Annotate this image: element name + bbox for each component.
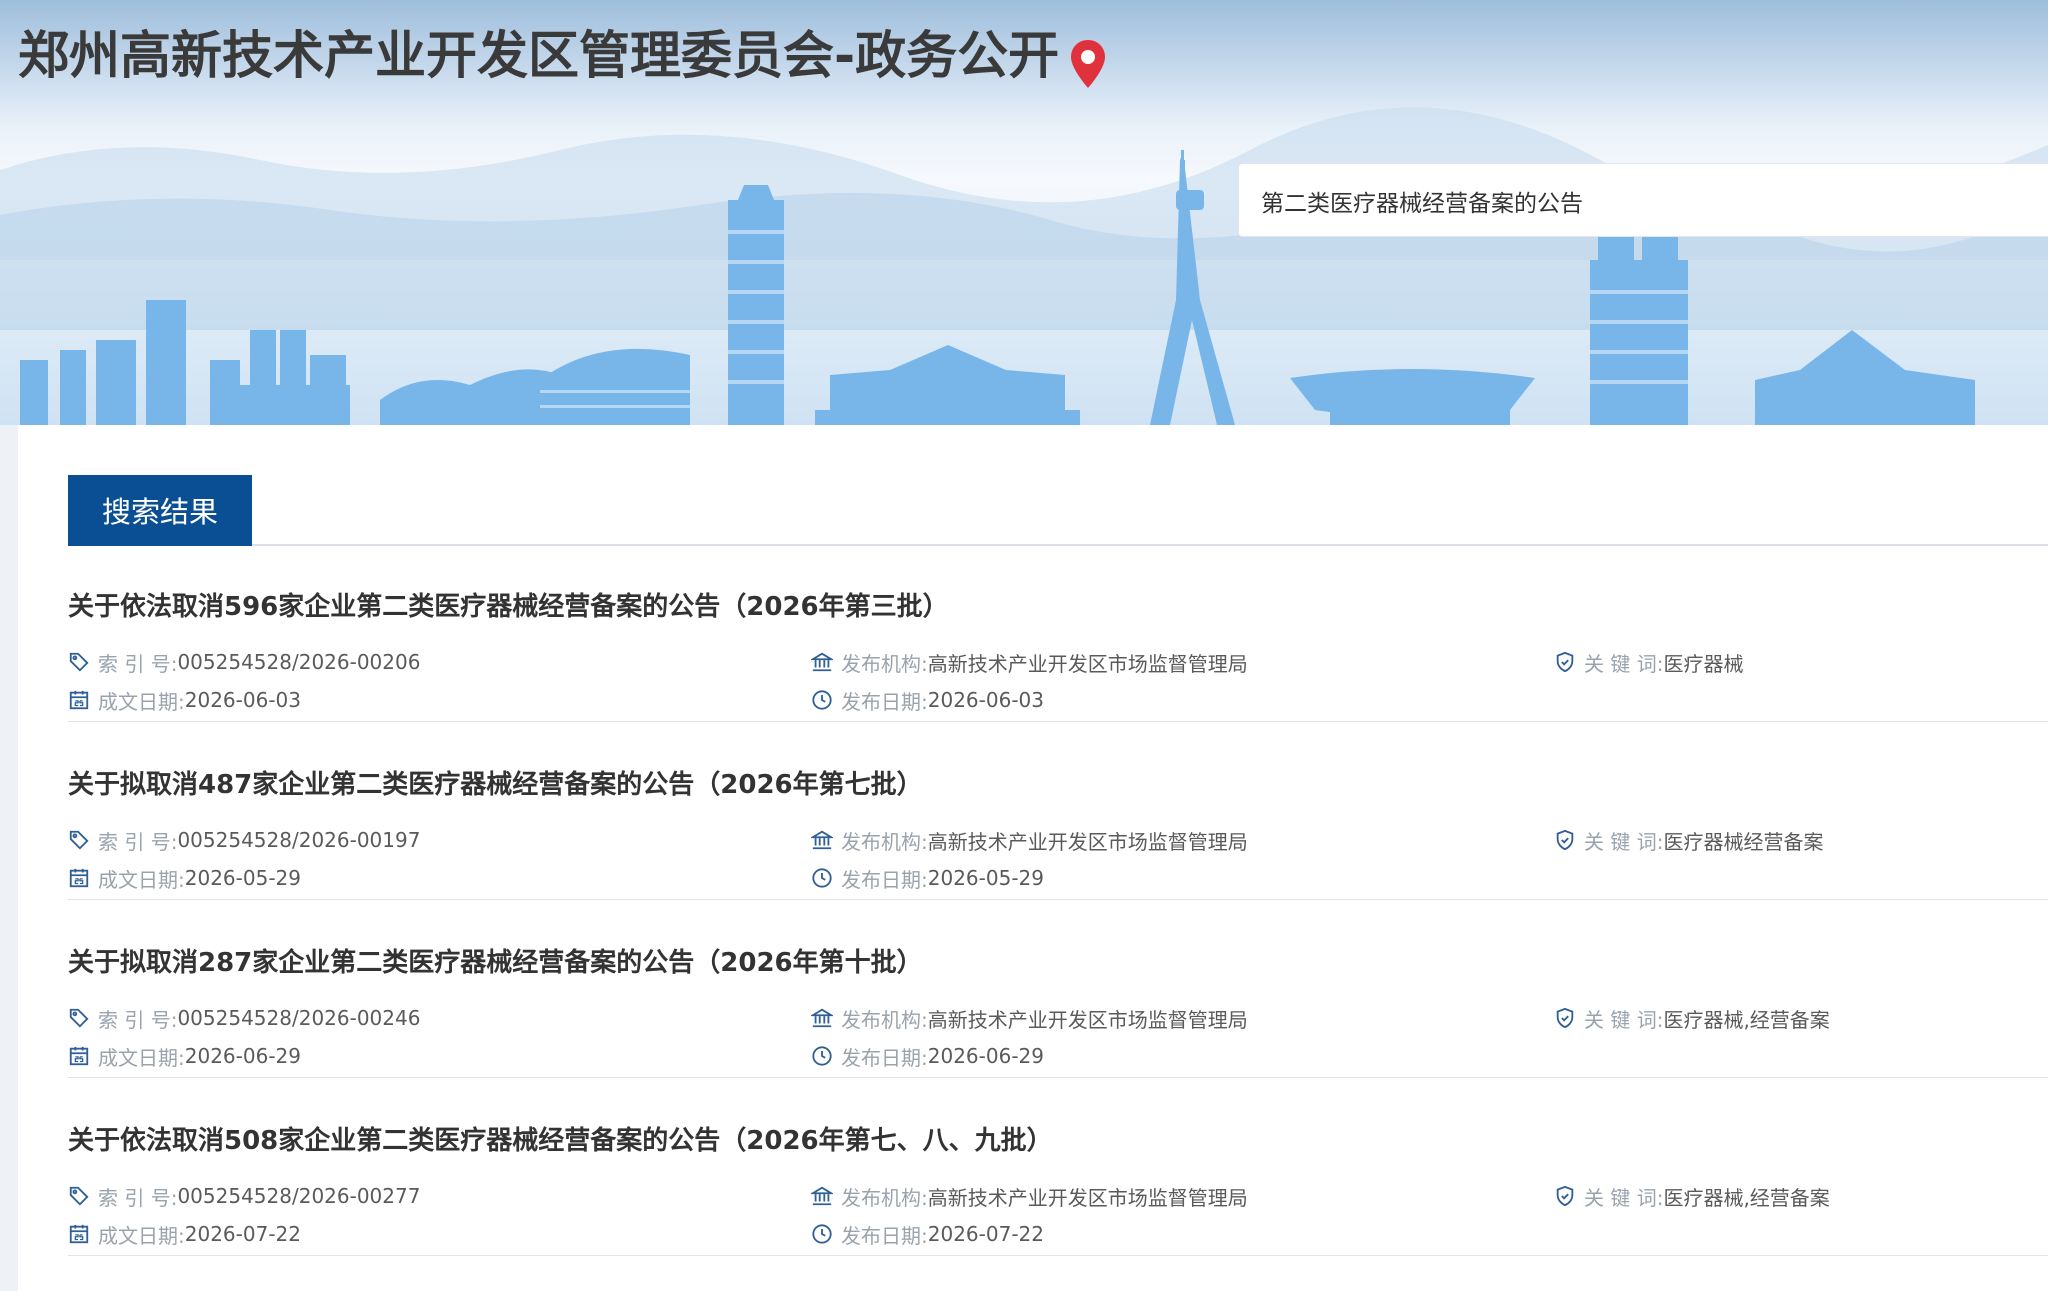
result-keywords: 关 键 词: 医疗器械 [1554, 648, 1743, 676]
pub-date-label: 发布日期: [841, 867, 928, 892]
index-no-value: 005254528/2026-00206 [177, 650, 421, 674]
site-title: 郑州高新技术产业开发区管理委员会-政务公开 [18, 27, 1060, 86]
doc-date-value: 2026-07-22 [184, 1222, 301, 1246]
keywords-label: 关 键 词: [1584, 1007, 1664, 1032]
result-doc-date: 成文日期: 2026-06-29 [68, 1042, 301, 1070]
result-publisher: 发布机构: 高新技术产业开发区市场监督管理局 [811, 1182, 1248, 1210]
index-no-value: 005254528/2026-00246 [177, 1006, 421, 1030]
tag-icon [69, 1186, 89, 1206]
result-title-link[interactable]: 关于依法取消508家企业第二类医疗器械经营备案的公告（2026年第七、八、九批） [68, 1120, 1053, 1157]
clock-icon [812, 868, 832, 888]
keywords-value: 医疗器械,经营备案 [1663, 1185, 1830, 1210]
doc-date-value: 2026-05-29 [184, 866, 301, 890]
result-publisher: 发布机构: 高新技术产业开发区市场监督管理局 [811, 826, 1248, 854]
result-doc-date: 成文日期: 2026-07-22 [68, 1220, 301, 1248]
pub-date-value: 2026-05-29 [927, 866, 1044, 890]
calendar-icon [69, 1046, 89, 1066]
result-item: 关于依法取消508家企业第二类医疗器械经营备案的公告（2026年第七、八、九批）… [68, 1078, 2048, 1256]
index-no-value: 005254528/2026-00277 [177, 1184, 421, 1208]
index-no-label: 索 引 号: [98, 1185, 178, 1210]
clock-icon [812, 1046, 832, 1066]
calendar-icon [69, 690, 89, 710]
keywords-label: 关 键 词: [1584, 829, 1664, 854]
pub-date-label: 发布日期: [841, 1045, 928, 1070]
pub-date-label: 发布日期: [841, 1223, 928, 1248]
keywords-label: 关 键 词: [1584, 651, 1664, 676]
publisher-value: 高新技术产业开发区市场监督管理局 [927, 1185, 1248, 1210]
shield-check-icon [1556, 1007, 1574, 1029]
result-index-no: 索 引 号: 005254528/2026-00206 [68, 648, 420, 676]
results-tabbar: 搜索结果 [68, 475, 2048, 546]
result-pub-date: 发布日期: 2026-07-22 [811, 1220, 1044, 1248]
pub-date-value: 2026-06-29 [927, 1044, 1044, 1068]
doc-date-label: 成文日期: [98, 1223, 185, 1248]
result-keywords: 关 键 词: 医疗器械经营备案 [1554, 826, 1823, 854]
calendar-icon [69, 868, 89, 888]
index-no-label: 索 引 号: [98, 651, 178, 676]
shield-check-icon [1556, 1185, 1574, 1207]
result-title-link[interactable]: 关于拟取消287家企业第二类医疗器械经营备案的公告（2026年第十批） [68, 942, 923, 979]
result-item: 关于拟取消287家企业第二类医疗器械经营备案的公告（2026年第十批） 索 引 … [68, 900, 2048, 1078]
result-publisher: 发布机构: 高新技术产业开发区市场监督管理局 [811, 1004, 1248, 1032]
clock-icon [812, 690, 832, 710]
keywords-value: 医疗器械经营备案 [1663, 829, 1824, 854]
result-keywords: 关 键 词: 医疗器械,经营备案 [1554, 1182, 1830, 1210]
publisher-label: 发布机构: [841, 1007, 928, 1032]
result-pub-date: 发布日期: 2026-06-03 [811, 686, 1044, 714]
result-index-no: 索 引 号: 005254528/2026-00246 [68, 1004, 420, 1032]
result-title-link[interactable]: 关于依法取消596家企业第二类医疗器械经营备案的公告（2026年第三批） [68, 586, 949, 623]
index-no-label: 索 引 号: [98, 829, 178, 854]
doc-date-value: 2026-06-29 [184, 1044, 301, 1068]
results-list: 关于依法取消596家企业第二类医疗器械经营备案的公告（2026年第三批） 索 引… [68, 544, 2048, 1256]
index-no-value: 005254528/2026-00197 [177, 828, 421, 852]
result-doc-date: 成文日期: 2026-05-29 [68, 864, 301, 892]
publisher-label: 发布机构: [841, 651, 928, 676]
result-title-link[interactable]: 关于拟取消487家企业第二类医疗器械经营备案的公告（2026年第七批） [68, 764, 923, 801]
institution-icon [811, 830, 833, 850]
keywords-value: 医疗器械 [1663, 651, 1744, 676]
keywords-value: 医疗器械,经营备案 [1663, 1007, 1830, 1032]
result-item: 关于拟取消487家企业第二类医疗器械经营备案的公告（2026年第七批） 索 引 … [68, 722, 2048, 900]
institution-icon [811, 1008, 833, 1028]
result-index-no: 索 引 号: 005254528/2026-00197 [68, 826, 420, 854]
search-input[interactable] [1259, 164, 2043, 238]
tag-icon [69, 830, 89, 850]
tag-icon [69, 1008, 89, 1028]
publisher-label: 发布机构: [841, 1185, 928, 1210]
publisher-value: 高新技术产业开发区市场监督管理局 [927, 651, 1248, 676]
doc-date-label: 成文日期: [98, 1045, 185, 1070]
result-doc-date: 成文日期: 2026-06-03 [68, 686, 301, 714]
main-content: 搜索结果 关于依法取消596家企业第二类医疗器械经营备案的公告（2026年第三批… [18, 425, 2048, 1291]
pub-date-value: 2026-06-03 [927, 688, 1044, 712]
clock-icon [812, 1224, 832, 1244]
result-publisher: 发布机构: 高新技术产业开发区市场监督管理局 [811, 648, 1248, 676]
institution-icon [811, 1186, 833, 1206]
publisher-value: 高新技术产业开发区市场监督管理局 [927, 1007, 1248, 1032]
header-banner: 郑州高新技术产业开发区管理委员会-政务公开 [0, 0, 2048, 425]
publisher-label: 发布机构: [841, 829, 928, 854]
pub-date-label: 发布日期: [841, 689, 928, 714]
doc-date-value: 2026-06-03 [184, 688, 301, 712]
tab-search-results[interactable]: 搜索结果 [68, 475, 252, 546]
result-item: 关于依法取消596家企业第二类医疗器械经营备案的公告（2026年第三批） 索 引… [68, 544, 2048, 722]
doc-date-label: 成文日期: [98, 689, 185, 714]
doc-date-label: 成文日期: [98, 867, 185, 892]
result-keywords: 关 键 词: 医疗器械,经营备案 [1554, 1004, 1830, 1032]
pub-date-value: 2026-07-22 [927, 1222, 1044, 1246]
publisher-value: 高新技术产业开发区市场监督管理局 [927, 829, 1248, 854]
tag-icon [69, 652, 89, 672]
location-pin-icon [1071, 40, 1105, 88]
shield-check-icon [1556, 829, 1574, 851]
keywords-label: 关 键 词: [1584, 1185, 1664, 1210]
index-no-label: 索 引 号: [98, 1007, 178, 1032]
shield-check-icon [1556, 651, 1574, 673]
institution-icon [811, 652, 833, 672]
result-pub-date: 发布日期: 2026-06-29 [811, 1042, 1044, 1070]
calendar-icon [69, 1224, 89, 1244]
search-box [1238, 163, 2048, 238]
result-pub-date: 发布日期: 2026-05-29 [811, 864, 1044, 892]
result-index-no: 索 引 号: 005254528/2026-00277 [68, 1182, 420, 1210]
